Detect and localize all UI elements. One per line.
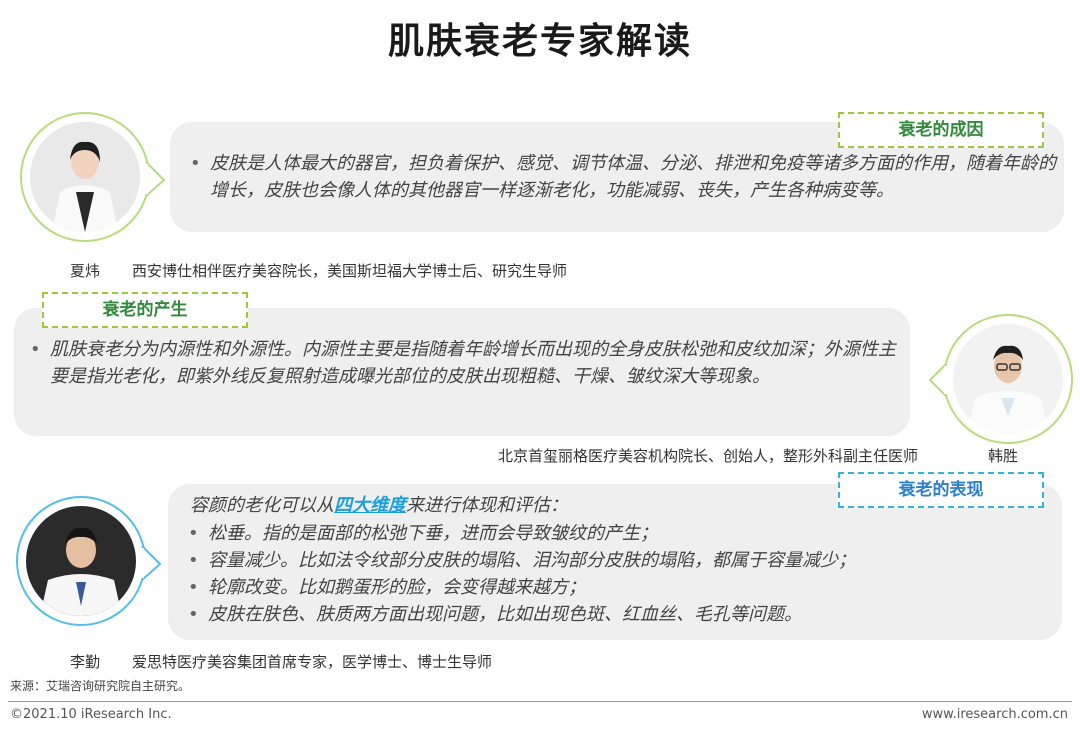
list-item: 肌肤衰老分为内源性和外源性。内源性主要是指随着年龄增长而出现的全身皮肤松弛和皮纹… xyxy=(28,336,898,390)
expert-name: 夏炜 xyxy=(70,262,101,280)
footer-divider xyxy=(8,701,1072,702)
expert-title: 北京首玺丽格医疗美容机构院长、创始人，整形外科副主任医师 xyxy=(498,447,919,465)
intro-after: 来进行体现和评估： xyxy=(406,495,568,516)
expert-title: 爱思特医疗美容集团首席专家，医学博士、博士生导师 xyxy=(132,653,493,671)
doctor-woman-icon xyxy=(30,122,140,232)
expert-name: 韩胜 xyxy=(988,447,1019,465)
copyright: ©2021.10 iResearch Inc. xyxy=(10,707,172,722)
list-item: 皮肤在肤色、肤质两方面出现问题，比如出现色斑、红血丝、毛孔等问题。 xyxy=(186,601,1056,628)
expert-avatar-li xyxy=(14,494,164,628)
source-note: 来源：艾瑞咨询研究院自主研究。 xyxy=(10,679,191,693)
expert-title: 西安博仕相伴医疗美容院长，美国斯坦福大学博士后、研究生导师 xyxy=(132,262,568,280)
intro-before: 容颜的老化可以从 xyxy=(190,495,334,516)
intro-text: 容颜的老化可以从四大维度来进行体现和评估： xyxy=(186,492,568,519)
page-title: 肌肤衰老专家解读 xyxy=(387,21,692,62)
doctor-man-icon xyxy=(26,506,136,616)
tag-aging-manifestation: 衰老的表现 xyxy=(838,472,1044,508)
expert-name: 李勤 xyxy=(70,653,101,671)
list-item: 轮廓改变。比如鹅蛋形的脸，会变得越来越方； xyxy=(186,574,1056,601)
expert-avatar-han xyxy=(928,312,1074,446)
doctor-man-icon xyxy=(953,324,1063,434)
expert-avatar-xia xyxy=(18,110,168,244)
tag-aging-causes: 衰老的成因 xyxy=(838,112,1044,148)
list-item: 容量减少。比如法令纹部分皮肤的塌陷、泪沟部分皮肤的塌陷，都属于容量减少； xyxy=(186,547,1056,574)
list-item: 松垂。指的是面部的松弛下垂，进而会导致皱纹的产生； xyxy=(186,520,1056,547)
tag-aging-generation: 衰老的产生 xyxy=(42,292,248,328)
website-link[interactable]: www.iresearch.com.cn xyxy=(922,707,1068,722)
list-item: 皮肤是人体最大的器官，担负着保护、感觉、调节体温、分泌、排泄和免疫等诸多方面的作… xyxy=(188,150,1058,204)
intro-highlight: 四大维度 xyxy=(334,495,406,516)
